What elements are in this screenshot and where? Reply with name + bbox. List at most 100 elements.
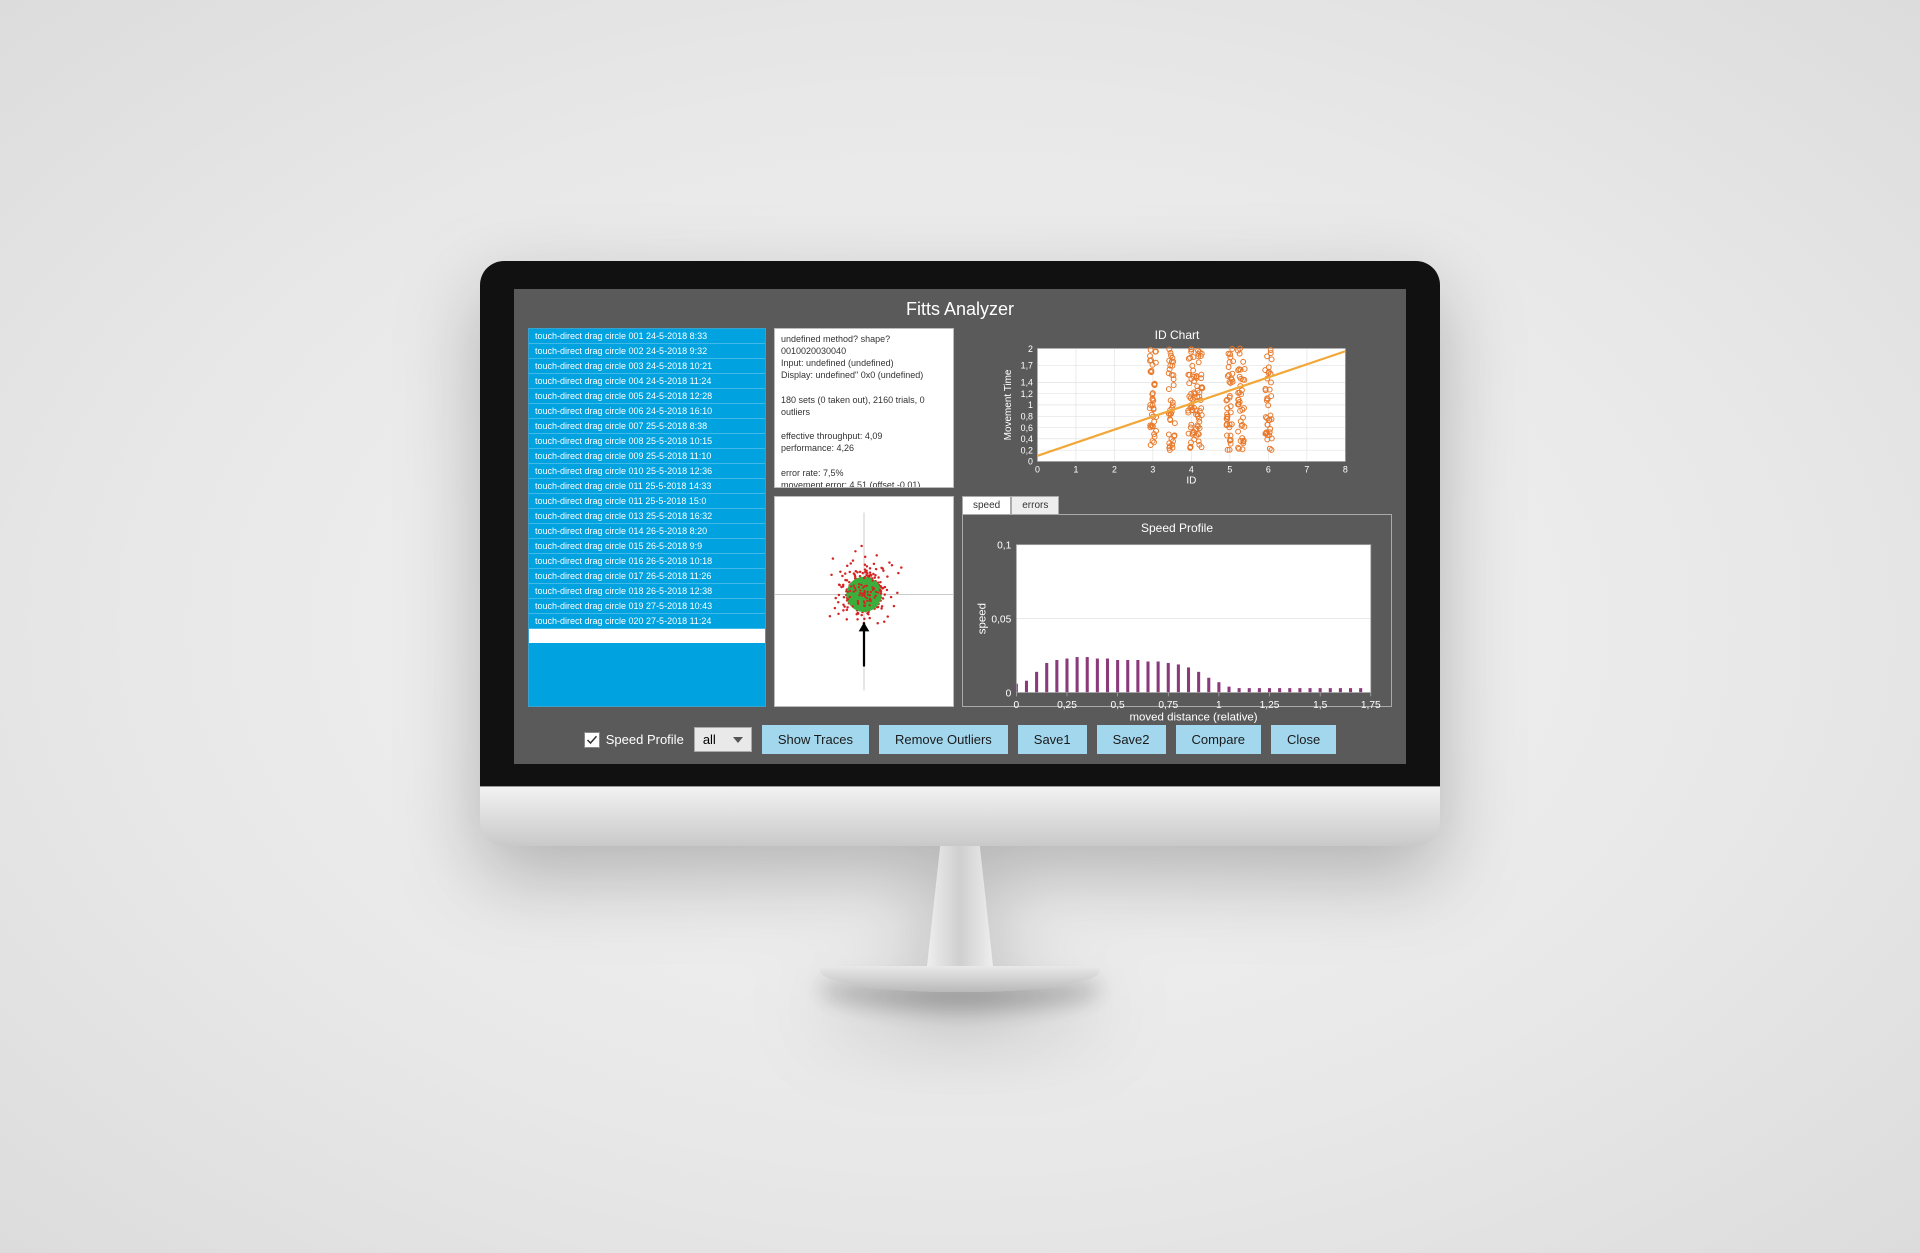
svg-text:1,5: 1,5	[1313, 700, 1327, 711]
svg-text:2: 2	[1028, 344, 1033, 354]
tabs: speed errors	[962, 496, 1392, 514]
remove-outliers-button[interactable]: Remove Outliers	[879, 725, 1008, 754]
filter-select[interactable]: all	[694, 727, 752, 752]
list-item[interactable]: touch-direct drag circle 014 26-5-2018 8…	[529, 524, 765, 539]
svg-text:1: 1	[1028, 400, 1033, 410]
save1-button[interactable]: Save1	[1018, 725, 1087, 754]
list-item[interactable]: touch-direct drag circle 013 25-5-2018 1…	[529, 509, 765, 524]
info-line: effective throughput: 4,09	[781, 430, 947, 442]
svg-text:7: 7	[1304, 464, 1309, 474]
svg-text:0,5: 0,5	[1111, 700, 1125, 711]
info-line	[781, 382, 947, 394]
svg-text:4: 4	[1189, 464, 1194, 474]
tab-speed[interactable]: speed	[962, 496, 1011, 514]
list-item[interactable]: touch-direct drag circle 017 26-5-2018 1…	[529, 569, 765, 584]
speed-chart-wrap: Speed Profile 00,050,100,250,50,7511,251…	[962, 514, 1392, 707]
svg-text:2: 2	[1112, 464, 1117, 474]
svg-text:1,4: 1,4	[1021, 378, 1033, 388]
info-line: undefined method? shape? 0010020030040	[781, 333, 947, 357]
info-line: performance: 4,26	[781, 442, 947, 454]
list-item[interactable]: touch-direct drag circle 002 24-5-2018 9…	[529, 344, 765, 359]
svg-text:0,25: 0,25	[1057, 700, 1077, 711]
speed-profile-checkbox-wrap: Speed Profile	[584, 732, 684, 748]
app-title: Fitts Analyzer	[514, 289, 1406, 328]
screen-bezel: Fitts Analyzer touch-direct drag circle …	[480, 261, 1440, 786]
svg-text:0,8: 0,8	[1021, 412, 1033, 422]
svg-text:1,7: 1,7	[1021, 361, 1033, 371]
list-item[interactable]: touch-direct drag circle 011 25-5-2018 1…	[529, 494, 765, 509]
speed-profile-checkbox[interactable]	[584, 732, 600, 748]
speed-chart: 0 0,05 0,1 0 0,25 0,5 0,75 1 1,25 1,5 1,75 moved di…	[973, 537, 1381, 728]
compare-button[interactable]: Compare	[1176, 725, 1261, 754]
target-scatter-panel	[774, 496, 954, 707]
save2-button[interactable]: Save2	[1097, 725, 1166, 754]
checkmark-icon	[586, 734, 598, 746]
svg-text:0,1: 0,1	[997, 540, 1011, 551]
list-item[interactable]: touch-direct drag circle 006 24-5-2018 1…	[529, 404, 765, 419]
info-line: Input: undefined (undefined)	[781, 357, 947, 369]
list-item[interactable]: touch-direct drag circle 004 24-5-2018 1…	[529, 374, 765, 389]
speed-profile-panel: speed errors Speed Profile 00,050,100,25…	[962, 496, 1392, 707]
target-scatter	[775, 497, 953, 706]
svg-text:0: 0	[1035, 464, 1040, 474]
svg-text:0,6: 0,6	[1021, 423, 1033, 433]
speed-profile-label: Speed Profile	[606, 732, 684, 747]
monitor-stand-neck	[905, 846, 1015, 966]
svg-text:0,05: 0,05	[991, 614, 1011, 625]
monitor-mockup: Fitts Analyzer touch-direct drag circle …	[480, 261, 1440, 992]
svg-text:0,75: 0,75	[1158, 700, 1178, 711]
svg-text:8: 8	[1343, 464, 1348, 474]
close-button[interactable]: Close	[1271, 725, 1336, 754]
id-chart-title: ID Chart	[962, 328, 1392, 342]
list-item[interactable]: touch-direct drag circle 001 24-5-2018 8…	[529, 329, 765, 344]
svg-text:1: 1	[1073, 464, 1078, 474]
svg-text:0,2: 0,2	[1021, 445, 1033, 455]
list-item[interactable]: touch-direct drag circle 007 25-5-2018 8…	[529, 419, 765, 434]
svg-text:1,25: 1,25	[1260, 700, 1280, 711]
svg-text:0: 0	[1028, 457, 1033, 467]
list-item[interactable]: touch-direct drag circle 005 24-5-2018 1…	[529, 389, 765, 404]
info-line: Display: undefined" 0x0 (undefined)	[781, 369, 947, 381]
svg-text:ID: ID	[1186, 476, 1196, 487]
filter-select-value: all	[703, 732, 716, 747]
list-item[interactable]: touch-direct drag circle 003 24-5-2018 1…	[529, 359, 765, 374]
list-item[interactable]: touch-direct drag circle 015 26-5-2018 9…	[529, 539, 765, 554]
svg-text:1,2: 1,2	[1021, 389, 1033, 399]
svg-text:1,75: 1,75	[1361, 700, 1381, 711]
info-line: error rate: 7,5%	[781, 467, 947, 479]
svg-text:1: 1	[1216, 700, 1222, 711]
chevron-down-icon	[733, 737, 743, 743]
app-window: Fitts Analyzer touch-direct drag circle …	[514, 289, 1406, 764]
list-item[interactable]: touch-direct drag circle 018 26-5-2018 1…	[529, 584, 765, 599]
svg-text:0: 0	[1014, 700, 1020, 711]
info-line	[781, 454, 947, 466]
session-list[interactable]: touch-direct drag circle 001 24-5-2018 8…	[528, 328, 766, 707]
info-line	[781, 418, 947, 430]
svg-text:speed: speed	[977, 603, 989, 634]
info-line: 180 sets (0 taken out), 2160 trials, 0 o…	[781, 394, 947, 418]
svg-text:Movement Time: Movement Time	[1003, 369, 1014, 440]
svg-text:6: 6	[1266, 464, 1271, 474]
show-traces-button[interactable]: Show Traces	[762, 725, 869, 754]
svg-text:moved distance (relative): moved distance (relative)	[1130, 712, 1258, 724]
list-item[interactable]: touch-direct drag circle 008 25-5-2018 1…	[529, 434, 765, 449]
speed-chart-title: Speed Profile	[963, 515, 1391, 535]
tab-errors[interactable]: errors	[1011, 496, 1059, 514]
info-panel[interactable]: undefined method? shape? 0010020030040In…	[774, 328, 954, 488]
list-item[interactable]: touch-direct drag circle 020 27-5-2018 1…	[529, 614, 765, 629]
list-item[interactable]: touch-direct drag circle 019 27-5-2018 1…	[529, 599, 765, 614]
list-item-blank	[529, 629, 765, 643]
list-item[interactable]: touch-direct drag circle 011 25-5-2018 1…	[529, 479, 765, 494]
info-line: movement error: 4,51 (offset -0,01)	[781, 479, 947, 488]
list-item[interactable]: touch-direct drag circle 009 25-5-2018 1…	[529, 449, 765, 464]
monitor-stand-base	[820, 966, 1100, 992]
monitor-chin	[480, 786, 1440, 846]
svg-text:0: 0	[1006, 688, 1012, 699]
list-item[interactable]: touch-direct drag circle 010 25-5-2018 1…	[529, 464, 765, 479]
list-item[interactable]: touch-direct drag circle 016 26-5-2018 1…	[529, 554, 765, 569]
svg-text:0,4: 0,4	[1021, 434, 1033, 444]
id-chart: 01234567800,20,40,60,811,21,41,72IDMovem…	[962, 344, 1392, 488]
svg-text:5: 5	[1227, 464, 1232, 474]
svg-text:3: 3	[1150, 464, 1155, 474]
main-grid: touch-direct drag circle 001 24-5-2018 8…	[514, 328, 1406, 715]
